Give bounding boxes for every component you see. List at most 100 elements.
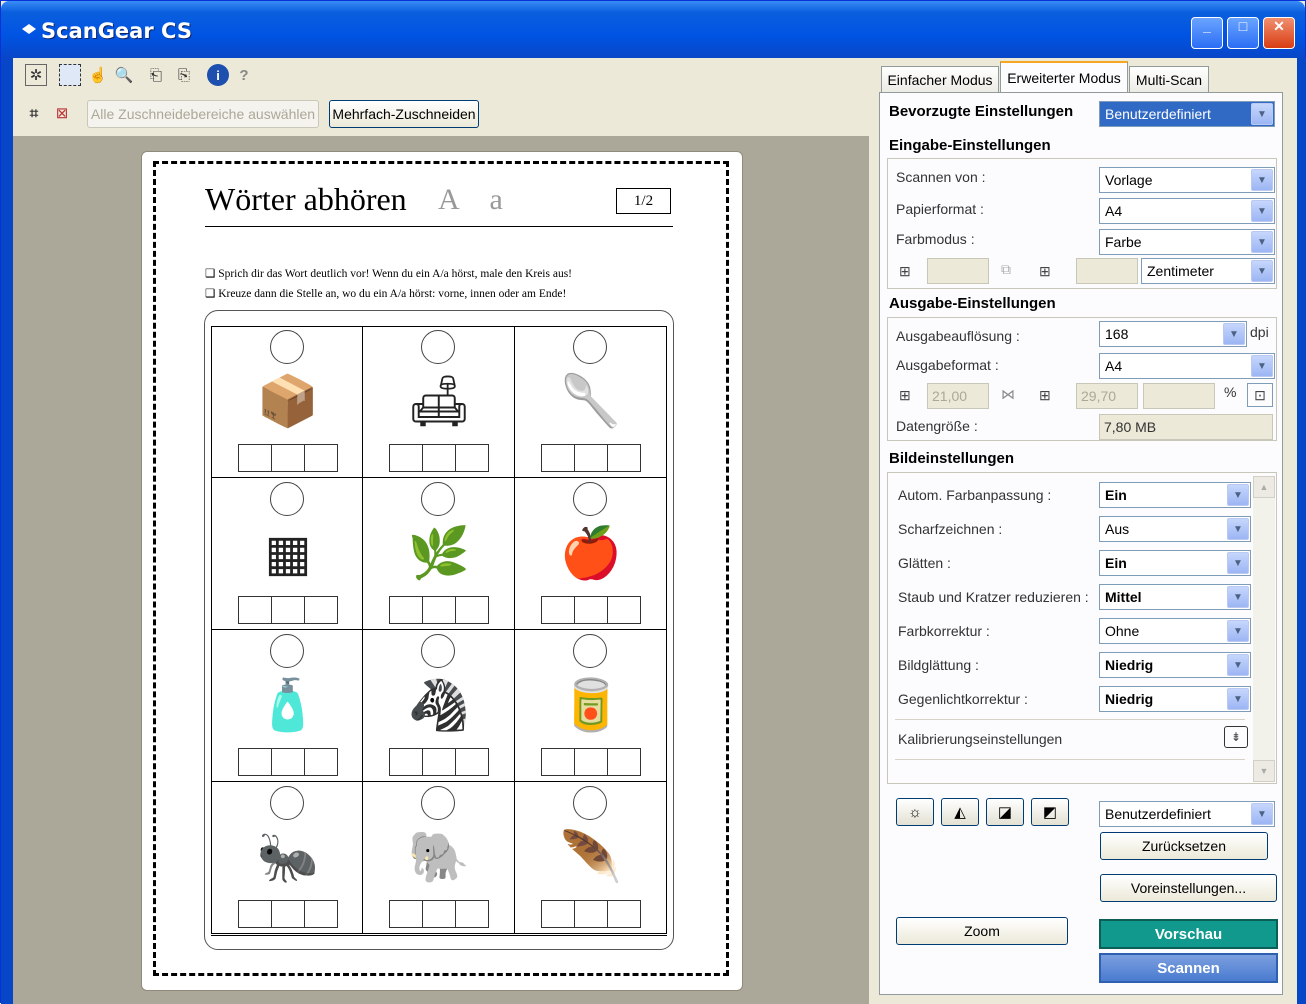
minimize-button[interactable]: _ xyxy=(1191,17,1223,49)
crop-frame-icon[interactable]: ⌗ xyxy=(23,102,45,124)
select-all-crops-button[interactable]: Alle Zuschneidebereiche auswählen xyxy=(87,100,319,128)
input-width-field[interactable] xyxy=(927,258,989,284)
percent-label: % xyxy=(1224,384,1237,400)
unit-value: Zentimeter xyxy=(1147,263,1214,279)
picture-cell: 🐜 xyxy=(211,782,363,934)
picture-cell: 🥫 xyxy=(515,630,667,782)
sharpen-value: Aus xyxy=(1105,521,1130,537)
magnifier-icon[interactable]: 🔍 xyxy=(113,64,135,86)
picture-cell: 🥄 xyxy=(515,326,667,478)
picture-cell: 🛋 xyxy=(363,326,515,478)
position-boxes xyxy=(238,748,338,776)
reset-button[interactable]: Zurücksetzen xyxy=(1100,832,1268,860)
position-boxes xyxy=(541,900,641,928)
color-mode-select[interactable]: Farbe ▼ xyxy=(1099,229,1275,255)
output-format-select[interactable]: A4 ▼ xyxy=(1099,353,1275,379)
multi-crop-button[interactable]: Mehrfach-Zuschneiden xyxy=(329,100,479,128)
backlight-select[interactable]: Niedrig ▼ xyxy=(1099,686,1251,712)
tone-preset-select[interactable]: Benutzerdefiniert ▼ xyxy=(1099,801,1275,827)
position-boxes xyxy=(541,748,641,776)
chevron-down-icon: ▼ xyxy=(1251,169,1273,191)
title-bar[interactable]: ScanGear CS _ □ ✕ xyxy=(1,1,1305,58)
smoothing-select[interactable]: Ein ▼ xyxy=(1099,550,1251,576)
data-size-label: Datengröße : xyxy=(896,418,978,434)
answer-circle xyxy=(421,482,455,516)
answer-circle xyxy=(421,330,455,364)
aspect-lock-icon[interactable]: ⧉ xyxy=(1001,261,1011,278)
output-width-field[interactable]: 21,00 xyxy=(927,383,989,409)
aspect-link-icon[interactable]: ⋈ xyxy=(1001,386,1015,403)
doc-divider xyxy=(205,226,673,227)
answer-circle xyxy=(421,634,455,668)
output-resolution-select[interactable]: 168 ▼ xyxy=(1099,321,1247,347)
tab-advanced-mode[interactable]: Erweiterter Modus xyxy=(1000,61,1128,93)
input-height-field[interactable] xyxy=(1076,258,1138,284)
chevron-down-icon: ▼ xyxy=(1227,688,1249,710)
output-height-field[interactable]: 29,70 xyxy=(1076,383,1138,409)
grain-reduction-select[interactable]: Niedrig ▼ xyxy=(1099,652,1251,678)
auto-color-value: Ein xyxy=(1105,487,1127,503)
scale-spinner[interactable] xyxy=(1143,383,1215,409)
threshold-icon[interactable]: ◩ xyxy=(1031,798,1069,826)
scan-from-select[interactable]: Vorlage ▼ xyxy=(1099,167,1275,193)
chevron-down-icon: ▼ xyxy=(1227,518,1249,540)
chevron-down-icon: ▼ xyxy=(1223,323,1245,345)
color-correction-select[interactable]: Ohne ▼ xyxy=(1099,618,1251,644)
color-correction-value: Ohne xyxy=(1105,623,1140,639)
chevron-down-icon: ▼ xyxy=(1227,654,1249,676)
preferred-settings-select[interactable]: Benutzerdefiniert ▼ xyxy=(1099,101,1275,127)
dust-scratch-select[interactable]: Mittel ▼ xyxy=(1099,584,1251,610)
doc-page-number: 1/2 xyxy=(616,188,671,214)
output-format-value: A4 xyxy=(1105,358,1123,374)
feather-headdress-picture: 🪶 xyxy=(559,828,623,885)
divider xyxy=(895,759,1245,760)
output-height-value: 29,70 xyxy=(1081,388,1117,404)
height-icon: ⊞ xyxy=(1039,387,1051,403)
output-resolution-label: Ausgabeauflösung : xyxy=(896,328,1020,344)
scan-button[interactable]: Scannen xyxy=(1099,953,1278,983)
preview-button[interactable]: Vorschau xyxy=(1099,919,1278,949)
answer-circle xyxy=(573,634,607,668)
picture-cell: ▦ xyxy=(211,478,363,630)
auto-color-select[interactable]: Ein ▼ xyxy=(1099,482,1251,508)
auto-crop-icon[interactable]: ✲ xyxy=(25,64,47,86)
doc-instruction-1-text: Sprich dir das Wort deutlich vor! Wenn d… xyxy=(218,268,573,280)
sharpen-select[interactable]: Aus ▼ xyxy=(1099,516,1251,542)
preferences-button[interactable]: Voreinstellungen... xyxy=(1100,874,1277,902)
answer-circle xyxy=(270,330,304,364)
branch-picture: 🌿 xyxy=(407,524,471,581)
tone-curve-icon[interactable]: ◪ xyxy=(986,798,1024,826)
scroll-up-icon[interactable]: ▲ xyxy=(1253,476,1275,498)
width-icon: ⊞ xyxy=(899,263,911,279)
maximize-button[interactable]: □ xyxy=(1227,17,1259,49)
elephant-picture: 🐘 xyxy=(407,828,471,885)
doc-title: Wörter abhören xyxy=(205,181,407,217)
preferred-settings-label: Bevorzugte Einstellungen xyxy=(889,103,1074,120)
tab-simple-mode[interactable]: Einfacher Modus xyxy=(881,66,999,92)
scroll-down-icon[interactable]: ▼ xyxy=(1253,760,1275,782)
scangear-window: ScanGear CS _ □ ✕ ✲ ☝ 🔍 ⎗ ⎘ i ? ⌗ ⊠ Alle… xyxy=(0,0,1306,1004)
rotate-right-icon[interactable]: ⎘ xyxy=(173,64,195,86)
info-icon[interactable]: i xyxy=(207,64,229,86)
histogram-icon[interactable]: ◭ xyxy=(941,798,979,826)
hand-icon[interactable]: ☝ xyxy=(87,64,109,86)
unit-select[interactable]: Zentimeter ▼ xyxy=(1141,258,1275,284)
image-settings-scrollbar[interactable]: ▲ ▼ xyxy=(1253,476,1275,782)
zoom-button[interactable]: Zoom xyxy=(896,917,1068,945)
brightness-contrast-icon[interactable]: ☼ xyxy=(896,798,934,826)
remove-crop-icon[interactable]: ⊠ xyxy=(51,102,73,124)
close-button[interactable]: ✕ xyxy=(1263,17,1295,49)
calibration-label: Kalibrierungseinstellungen xyxy=(898,731,1063,747)
output-resolution-value: 168 xyxy=(1105,326,1129,342)
expand-icon[interactable]: ⇟ xyxy=(1224,726,1248,748)
rotate-left-icon[interactable]: ⎗ xyxy=(145,64,167,86)
select-crop-icon[interactable] xyxy=(59,64,81,86)
paper-size-select[interactable]: A4 ▼ xyxy=(1099,198,1275,224)
help-icon[interactable]: ? xyxy=(233,64,255,86)
tab-multi-scan[interactable]: Multi-Scan xyxy=(1129,66,1209,92)
picture-cell: 🦓 xyxy=(363,630,515,782)
chevron-down-icon: ▼ xyxy=(1251,260,1273,282)
position-boxes xyxy=(238,900,338,928)
fit-size-icon[interactable]: ⊡ xyxy=(1247,383,1273,407)
input-settings-heading: Eingabe-Einstellungen xyxy=(889,137,1051,154)
